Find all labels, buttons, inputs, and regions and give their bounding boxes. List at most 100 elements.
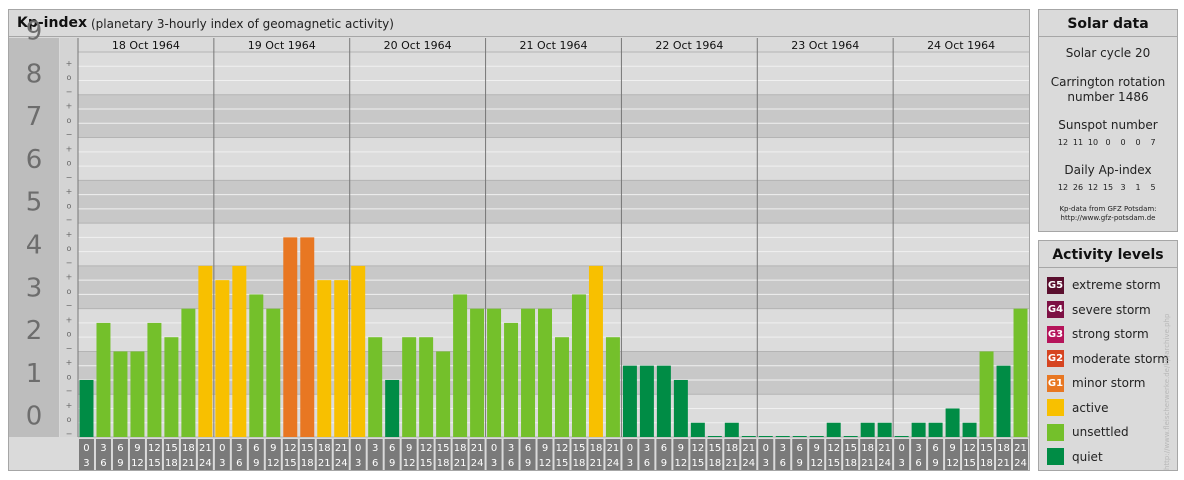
time-slot-start: 0 bbox=[491, 443, 497, 454]
day-label: 21 Oct 1964 bbox=[519, 39, 587, 52]
kp-bar bbox=[911, 422, 926, 437]
kp-bar bbox=[487, 308, 502, 437]
thirds-tick-label: − bbox=[66, 130, 73, 139]
day-label: 18 Oct 1964 bbox=[112, 39, 180, 52]
kp-bar bbox=[419, 337, 434, 437]
time-slot-start: 15 bbox=[165, 443, 178, 454]
time-slot-start: 6 bbox=[661, 443, 667, 454]
kp-bar bbox=[894, 436, 909, 437]
kp-band bbox=[78, 137, 1029, 181]
time-slot-start: 9 bbox=[270, 443, 276, 454]
thirds-tick-label: + bbox=[66, 315, 73, 324]
kp-bar bbox=[164, 337, 179, 437]
kp-bar bbox=[945, 408, 960, 437]
time-slot-start: 12 bbox=[827, 443, 840, 454]
kp-bar bbox=[792, 436, 807, 437]
time-slot-start: 18 bbox=[997, 443, 1010, 454]
kp-bar bbox=[758, 436, 773, 437]
time-slot-end: 15 bbox=[148, 458, 161, 469]
kp-bar bbox=[521, 308, 536, 437]
time-slot-end: 15 bbox=[556, 458, 569, 469]
thirds-tick-label: − bbox=[66, 173, 73, 182]
time-slot-end: 21 bbox=[318, 458, 331, 469]
kp-bar bbox=[860, 422, 875, 437]
time-slot-start: 12 bbox=[148, 443, 161, 454]
kp-bar bbox=[826, 422, 841, 437]
thirds-tick-label: o bbox=[67, 330, 72, 339]
kp-bar bbox=[775, 436, 790, 437]
kp-bar bbox=[571, 294, 586, 437]
time-slot-start: 12 bbox=[284, 443, 297, 454]
time-slot-start: 12 bbox=[691, 443, 704, 454]
time-slot-end: 15 bbox=[827, 458, 840, 469]
time-slot-end: 12 bbox=[267, 458, 280, 469]
time-slot-end: 9 bbox=[525, 458, 531, 469]
y-tick-label: 7 bbox=[26, 102, 43, 132]
day-label: 24 Oct 1964 bbox=[927, 39, 995, 52]
kp-bar bbox=[1013, 308, 1028, 437]
thirds-tick-label: + bbox=[66, 102, 73, 111]
kp-band bbox=[78, 94, 1029, 138]
time-slot-end: 12 bbox=[539, 458, 552, 469]
kp-bar bbox=[351, 265, 366, 437]
y-tick-label: 5 bbox=[26, 188, 43, 218]
time-slot-start: 18 bbox=[725, 443, 738, 454]
time-slot-end: 24 bbox=[878, 458, 891, 469]
kp-bar bbox=[215, 280, 230, 437]
kp-bar bbox=[639, 365, 654, 437]
kp-bar bbox=[877, 422, 892, 437]
time-slot-end: 9 bbox=[932, 458, 938, 469]
kp-bar bbox=[147, 322, 162, 437]
time-slot-end: 9 bbox=[117, 458, 123, 469]
kp-band bbox=[78, 52, 1029, 95]
time-slot-end: 18 bbox=[844, 458, 857, 469]
time-slot-start: 6 bbox=[389, 443, 395, 454]
time-slot-end: 18 bbox=[165, 458, 178, 469]
time-slot-start: 12 bbox=[556, 443, 569, 454]
y-tick-label: 9 bbox=[26, 17, 43, 47]
time-slot-end: 9 bbox=[253, 458, 259, 469]
time-slot-start: 9 bbox=[134, 443, 140, 454]
time-slot-end: 21 bbox=[182, 458, 195, 469]
time-slot-start: 21 bbox=[1014, 443, 1027, 454]
kp-bar bbox=[130, 351, 145, 437]
time-slot-start: 6 bbox=[797, 443, 803, 454]
kp-bar bbox=[724, 422, 739, 437]
thirds-tick-label: o bbox=[67, 372, 72, 381]
time-slot-end: 18 bbox=[708, 458, 721, 469]
time-slot-end: 12 bbox=[946, 458, 959, 469]
kp-bar bbox=[385, 379, 400, 437]
kp-bar bbox=[368, 337, 383, 437]
time-slot-start: 18 bbox=[590, 443, 603, 454]
kp-bar bbox=[96, 322, 111, 437]
y-tick-label: 3 bbox=[26, 273, 43, 303]
time-slot-end: 6 bbox=[100, 458, 106, 469]
kp-bar bbox=[470, 308, 485, 437]
kp-bar bbox=[317, 280, 332, 437]
time-slot-start: 6 bbox=[525, 443, 531, 454]
y-tick-label: 0 bbox=[26, 402, 43, 432]
time-slot-start: 0 bbox=[627, 443, 633, 454]
time-slot-start: 15 bbox=[844, 443, 857, 454]
time-slot-start: 0 bbox=[83, 443, 89, 454]
time-slot-start: 15 bbox=[301, 443, 314, 454]
thirds-tick-label: o bbox=[67, 116, 72, 125]
time-slot-end: 9 bbox=[389, 458, 395, 469]
time-slot-end: 9 bbox=[797, 458, 803, 469]
time-slot-end: 12 bbox=[131, 458, 144, 469]
time-slot-start: 21 bbox=[742, 443, 755, 454]
time-slot-end: 3 bbox=[763, 458, 769, 469]
time-slot-start: 15 bbox=[980, 443, 993, 454]
y-tick-label: 4 bbox=[26, 231, 43, 261]
time-slot-end: 24 bbox=[471, 458, 484, 469]
time-slot-start: 18 bbox=[861, 443, 874, 454]
time-slot-start: 9 bbox=[678, 443, 684, 454]
thirds-tick-label: − bbox=[66, 387, 73, 396]
kp-bar bbox=[555, 337, 569, 437]
thirds-tick-label: o bbox=[67, 73, 72, 82]
time-slot-start: 3 bbox=[236, 443, 242, 454]
time-slot-start: 9 bbox=[814, 443, 820, 454]
kp-bar bbox=[979, 351, 994, 437]
time-slot-end: 18 bbox=[980, 458, 993, 469]
time-slot-start: 12 bbox=[420, 443, 433, 454]
